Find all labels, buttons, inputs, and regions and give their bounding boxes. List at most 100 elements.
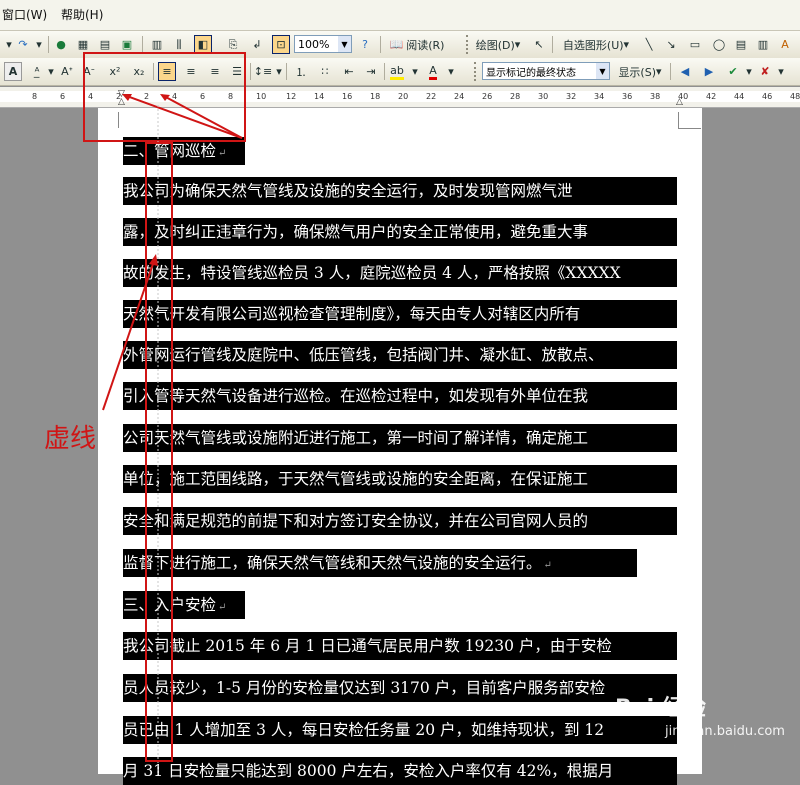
ruler-tick-label: 42 bbox=[706, 92, 717, 101]
help-icon[interactable]: ? bbox=[356, 35, 374, 54]
draw-menu-button[interactable]: 绘图(D) ▾ bbox=[472, 35, 524, 54]
line-text: 我公司为确保天然气管线及设施的安全运行，及时发现管网燃气泄 bbox=[123, 182, 573, 200]
autoshapes-label: 自选图形(U) bbox=[562, 38, 624, 52]
text-line: 监督下进行施工，确保天然气管线和天然气设施的安全运行。 ↵ bbox=[123, 549, 637, 577]
bullets-icon[interactable]: ∷ bbox=[316, 62, 334, 81]
formatting-toolbar: A ᴬ̲ ▾ Aᐩ Aᐨ x² x₂ ≡ ≡ ≡ ☰ ↕≡ ▾ ⒈ ∷ ⇤ ⇥ … bbox=[0, 58, 800, 86]
zoom-select[interactable]: 100% ▼ bbox=[294, 35, 352, 53]
show-label: 显示(S) bbox=[618, 65, 657, 79]
line-text: 安全和满足规范的前提下和对方签订安全协议，并在公司官网人员的 bbox=[123, 512, 589, 530]
line-text: 监督下进行施工，确保天然气管线和天然气设施的安全运行。 bbox=[123, 554, 542, 572]
section-heading: 二、管网巡检 ↵ bbox=[123, 137, 245, 165]
line-text: 员人员较少，1-5 月份的安检量仅达到 3170 户，目前客户服务部安检 bbox=[123, 679, 606, 697]
char-border-icon[interactable]: A bbox=[4, 62, 22, 81]
ruler-tick-label: 48 bbox=[790, 92, 800, 101]
align-left-icon[interactable]: ≡ bbox=[158, 62, 176, 81]
text-line: 外管网运行管线及庭院中、低压管线，包括阀门井、凝水缸、放散点、 bbox=[123, 341, 677, 369]
ruler-tick-label: 34 bbox=[594, 92, 605, 101]
oval-icon[interactable]: ◯ bbox=[710, 35, 728, 54]
document-map-icon[interactable]: ◧ bbox=[194, 35, 212, 54]
subscript-button[interactable]: x₂ bbox=[130, 62, 148, 81]
grow-font-icon[interactable]: Aᐩ bbox=[58, 62, 76, 81]
shrink-font-icon[interactable]: Aᐨ bbox=[80, 62, 98, 81]
show-hide-icon[interactable]: ⎘ bbox=[224, 35, 242, 54]
previous-change-icon[interactable]: ◀ bbox=[676, 62, 694, 81]
chevron-down-icon: ▾ bbox=[656, 65, 662, 78]
ruler-tick-label: 8 bbox=[228, 92, 234, 101]
distributed-align-icon[interactable]: ☰ bbox=[228, 62, 246, 81]
insert-table-icon[interactable]: ▤ bbox=[96, 35, 114, 54]
text-line: 员已由 1 人增加至 3 人，每日安检任务量 20 户，如维持现状，到 12 bbox=[123, 716, 677, 744]
ruler-tick-label: 32 bbox=[566, 92, 577, 101]
numbering-icon[interactable]: ⒈ bbox=[292, 62, 310, 81]
chevron-down-icon: ▾ bbox=[514, 38, 521, 51]
chevron-down-icon: ▾ bbox=[623, 38, 630, 51]
read-mode-label: 阅读(R) bbox=[406, 38, 445, 52]
show-menu-button[interactable]: 显示(S) ▾ bbox=[614, 62, 666, 81]
arrow-icon[interactable]: ↘ bbox=[662, 35, 680, 54]
next-change-icon[interactable]: ▶ bbox=[700, 62, 718, 81]
watermark-brand: Bai 经验 bbox=[615, 696, 706, 721]
ruler-tick-label: 2 bbox=[144, 92, 150, 101]
line-icon[interactable]: ╲ bbox=[640, 35, 658, 54]
vertical-textbox-icon[interactable]: ▥ bbox=[754, 35, 772, 54]
zoom-icon[interactable]: ⊡ bbox=[272, 35, 290, 54]
decrease-indent-icon[interactable]: ⇤ bbox=[340, 62, 358, 81]
superscript-button[interactable]: x² bbox=[106, 62, 124, 81]
rectangle-icon[interactable]: ▭ bbox=[686, 35, 704, 54]
ruler-tick-label: 28 bbox=[510, 92, 521, 101]
line-text: 露，及时纠正违章行为，确保燃气用户的安全正常使用，避免重大事 bbox=[123, 223, 589, 241]
annotation-label: 虚线 bbox=[44, 424, 97, 454]
line-text: 二、管网巡检 bbox=[123, 142, 217, 160]
hanging-indent-marker[interactable]: △ bbox=[118, 97, 125, 107]
line-text: 我公司截止 2015 年 6 月 1 日已通气居民用户数 19230 户，由于安… bbox=[123, 637, 612, 655]
text-line: 故的发生，特设管线巡检员 3 人，庭院巡检员 4 人，严格按照《XXXXX bbox=[123, 259, 677, 287]
chevron-down-icon[interactable]: ▾ bbox=[406, 62, 424, 81]
menu-window[interactable]: 窗口(W) bbox=[2, 6, 47, 23]
font-color-icon[interactable]: A bbox=[424, 62, 442, 81]
ruler-tick-label: 20 bbox=[398, 92, 409, 101]
section-heading: 三、入户安检 ↵ bbox=[123, 591, 245, 619]
text-line: 天然气开发有限公司巡视检查管理制度》，每天由专人对辖区内所有 bbox=[123, 300, 677, 328]
redo-dropdown-icon[interactable]: ▾ bbox=[30, 35, 48, 54]
highlight-icon[interactable]: ab bbox=[388, 62, 406, 81]
ruler-tick-label: 18 bbox=[370, 92, 381, 101]
format-painter-icon[interactable]: ↲ bbox=[248, 35, 266, 54]
align-right-icon[interactable]: ≡ bbox=[206, 62, 224, 81]
line-text: 三、入户安检 bbox=[123, 596, 217, 614]
menu-help[interactable]: 帮助(H) bbox=[61, 6, 103, 23]
wordart-icon[interactable]: A bbox=[776, 35, 794, 54]
watermark-url: jingyan.baidu.com bbox=[665, 724, 785, 739]
draw-label: 绘图(D) bbox=[475, 38, 515, 52]
line-text: 引入管等天然气设备进行巡检。在巡检过程中，如发现有外单位在我 bbox=[123, 387, 589, 405]
horizontal-ruler[interactable]: 8 6 4 2 2 4 6 8 10 12 14 16 18 20 22 24 26 28 30 32 34 36 38 40… bbox=[0, 87, 800, 108]
select-objects-icon[interactable]: ↖ bbox=[530, 35, 548, 54]
ruler-tick-label: 10 bbox=[256, 92, 267, 101]
insert-excel-icon[interactable]: ▣ bbox=[118, 35, 136, 54]
tables-borders-icon[interactable]: ▦ bbox=[74, 35, 92, 54]
paragraph-mark-icon: ↵ bbox=[543, 560, 552, 571]
text-line: 月 31 日安检量只能达到 8000 户左右，安检入户率仅有 42%，根据月 bbox=[123, 757, 677, 785]
increase-indent-icon[interactable]: ⇥ bbox=[362, 62, 380, 81]
chevron-down-icon[interactable]: ▾ bbox=[442, 62, 460, 81]
ruler-tick-label: 12 bbox=[286, 92, 297, 101]
ruler-tick-label: 8 bbox=[32, 92, 38, 101]
align-center-icon[interactable]: ≡ bbox=[182, 62, 200, 81]
textbox-icon[interactable]: ▤ bbox=[732, 35, 750, 54]
markup-display-select[interactable]: 显示标记的最终状态 ▼ bbox=[482, 62, 610, 80]
read-mode-button[interactable]: 📖 阅读(R) bbox=[386, 35, 448, 54]
hyperlink-icon[interactable]: ● bbox=[52, 35, 70, 54]
chevron-down-icon[interactable]: ▾ bbox=[772, 62, 790, 81]
text-line: 安全和满足规范的前提下和对方签订安全协议，并在公司官网人员的 bbox=[123, 507, 677, 535]
autoshapes-button[interactable]: 自选图形(U) ▾ bbox=[558, 35, 634, 54]
line-text: 故的发生，特设管线巡检员 3 人，庭院巡检员 4 人，严格按照《XXXXX bbox=[123, 264, 621, 282]
drawing-icon[interactable]: ⫼ bbox=[170, 35, 188, 54]
menu-bar: 窗口(W) 帮助(H) bbox=[0, 0, 800, 31]
paragraph-mark-icon: ↵ bbox=[218, 148, 227, 159]
text-line: 公司天然气管线或设施附近进行施工，第一时间了解详情，确定施工 bbox=[123, 424, 677, 452]
ruler-tick-label: 36 bbox=[622, 92, 633, 101]
ruler-tick-label: 30 bbox=[538, 92, 549, 101]
line-text: 员已由 1 人增加至 3 人，每日安检任务量 20 户，如维持现状，到 12 bbox=[123, 721, 605, 739]
right-indent-marker[interactable]: △ bbox=[676, 97, 683, 107]
columns-icon[interactable]: ▥ bbox=[148, 35, 166, 54]
